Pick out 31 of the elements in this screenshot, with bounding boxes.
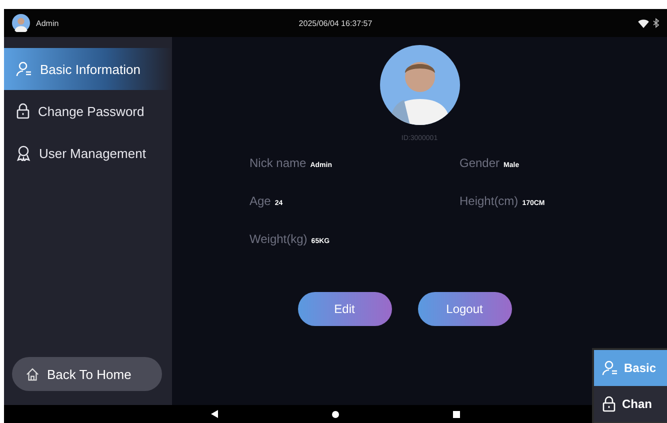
field-label: Age: [250, 194, 271, 208]
wifi-icon: [638, 18, 649, 28]
sidebar-item-label: Basic Information: [40, 62, 140, 76]
sidebar-item[interactable]: Basic Information: [4, 48, 172, 90]
action-button[interactable]: Logout: [418, 292, 512, 326]
home-icon: [26, 368, 39, 380]
back-to-home-button[interactable]: Back To Home: [12, 357, 162, 391]
lock-icon: [16, 103, 30, 119]
home-nav-icon[interactable]: [332, 410, 339, 418]
field-label: Weight(kg): [250, 232, 308, 246]
app-preview[interactable]: Basic Chan: [592, 348, 667, 423]
back-nav-icon[interactable]: [211, 410, 218, 418]
date-time: 2025/06/04 16:37:57: [298, 18, 374, 28]
sidebar-item[interactable]: User Management: [4, 132, 172, 174]
sidebar-item-label: Change Password: [38, 104, 144, 118]
bluetooth-icon: [653, 18, 659, 28]
badge-icon: [16, 145, 31, 161]
sidebar-item-label: User Management: [39, 146, 146, 160]
lock-icon: [602, 396, 616, 412]
field-label: Nick name: [250, 156, 306, 170]
action-button[interactable]: Edit: [298, 292, 392, 326]
preview-label: Chan: [622, 397, 652, 411]
field-label: Gender: [460, 156, 500, 170]
sidebar-item[interactable]: Change Password: [4, 90, 172, 132]
user-icon: [16, 61, 32, 77]
user-icon: [602, 360, 618, 376]
field-label: Height(cm): [460, 194, 518, 208]
recents-nav-icon[interactable]: [453, 410, 460, 418]
preview-label: Basic: [624, 361, 656, 375]
user-name: Admin: [36, 18, 59, 28]
user-avatar[interactable]: [12, 14, 30, 32]
